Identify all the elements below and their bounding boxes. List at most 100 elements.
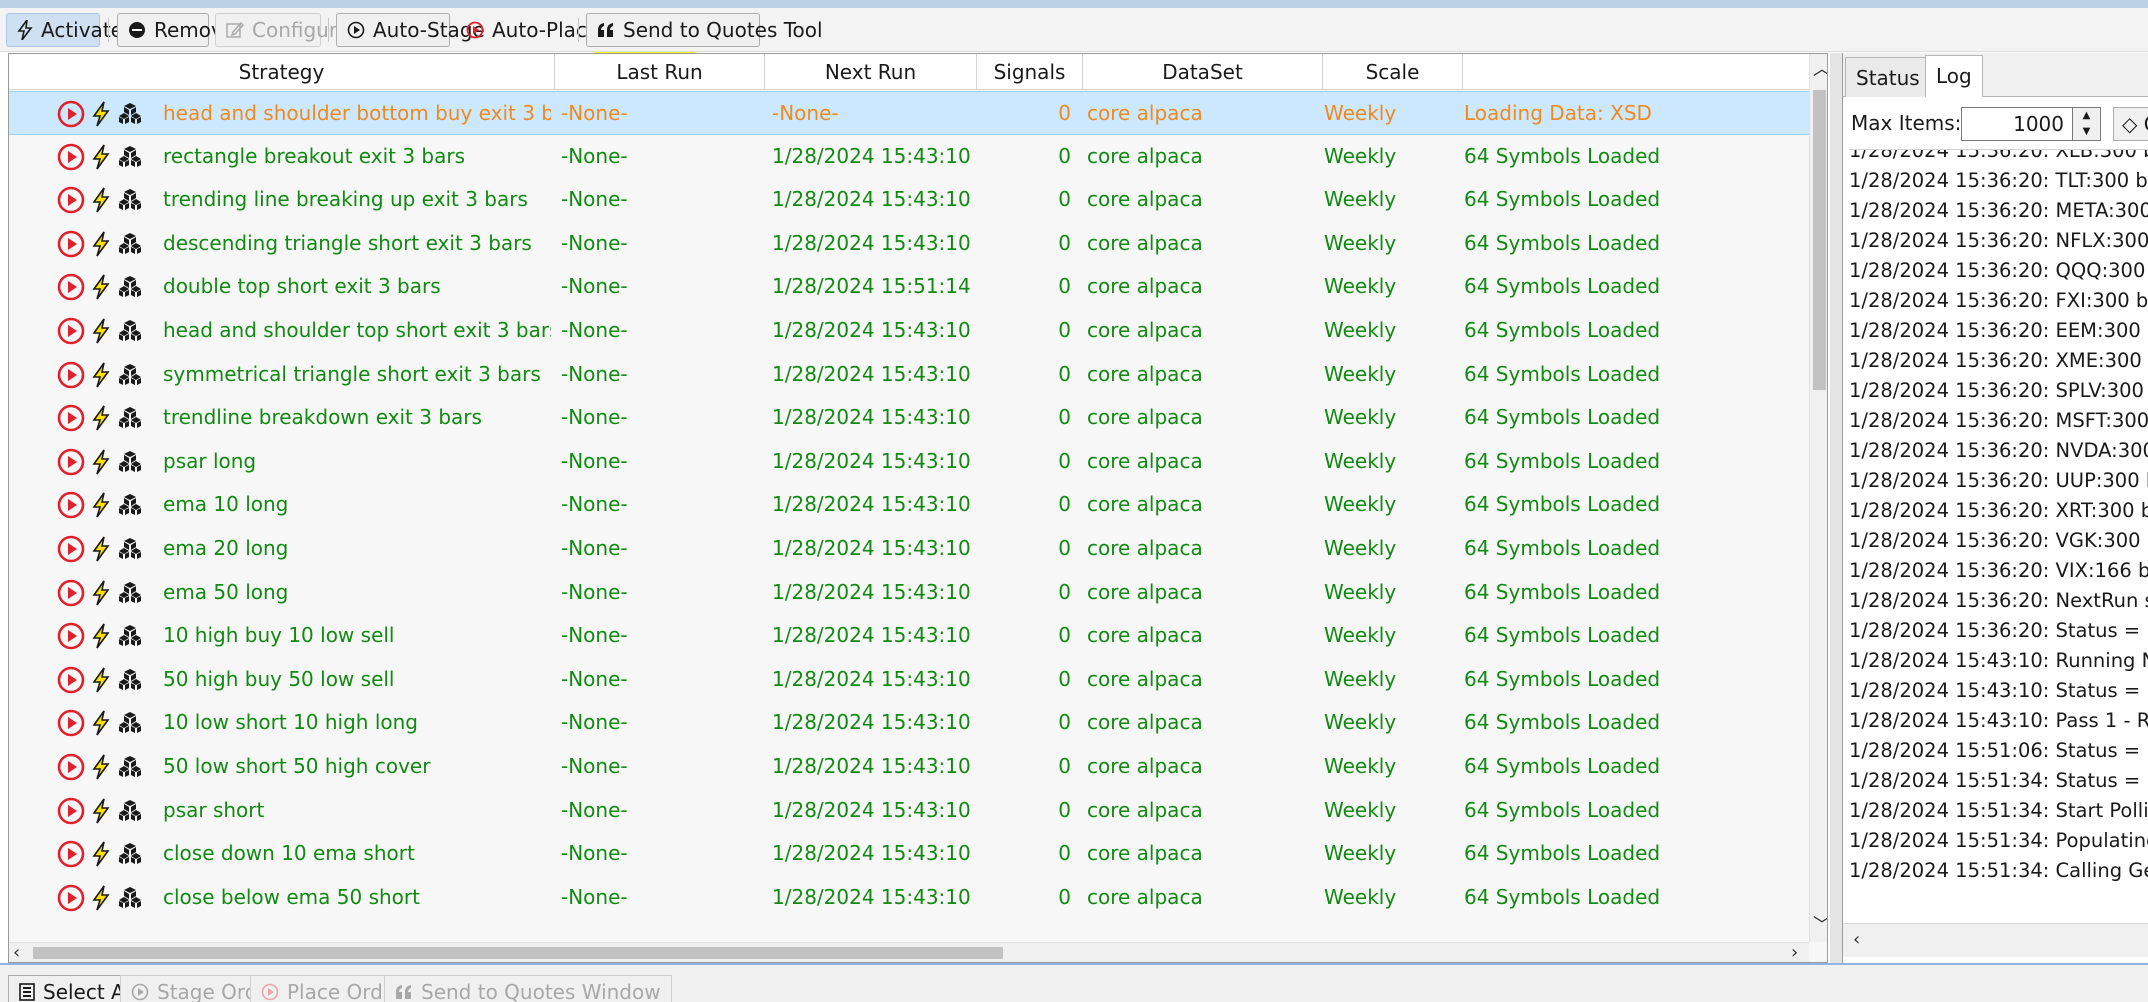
column-header-next-run[interactable]: Next Run bbox=[765, 54, 977, 90]
send-to-quotes-window-button[interactable]: Send to Quotes Window bbox=[384, 975, 672, 1002]
max-items-input[interactable]: 1000 bbox=[1961, 107, 2073, 141]
log-horizontal-scrollbar[interactable]: ‹ bbox=[1843, 923, 2148, 957]
max-items-stepper[interactable]: ▲ ▼ bbox=[2073, 107, 2101, 141]
lightning-icon[interactable] bbox=[91, 101, 111, 127]
table-row[interactable]: symmetrical triangle short exit 3 bars -… bbox=[9, 353, 1809, 397]
cubes-icon[interactable] bbox=[117, 450, 143, 474]
run-icon[interactable] bbox=[57, 535, 85, 563]
run-icon[interactable] bbox=[57, 491, 85, 519]
table-row[interactable]: psar long -None- 1/28/2024 15:43:10 0 co… bbox=[9, 440, 1809, 484]
cubes-icon[interactable] bbox=[117, 319, 143, 343]
cubes-icon[interactable] bbox=[117, 755, 143, 779]
auto-place-button[interactable]: Auto-Place bbox=[455, 13, 599, 47]
lightning-icon[interactable] bbox=[91, 144, 111, 170]
table-row[interactable]: 50 high buy 50 low sell -None- 1/28/2024… bbox=[9, 658, 1809, 702]
run-icon[interactable] bbox=[57, 579, 85, 607]
cubes-icon[interactable] bbox=[117, 232, 143, 256]
table-row[interactable]: 50 low short 50 high cover -None- 1/28/2… bbox=[9, 745, 1809, 789]
run-icon[interactable] bbox=[57, 709, 85, 737]
tab-log[interactable]: Log bbox=[1925, 55, 1983, 97]
cubes-icon[interactable] bbox=[117, 711, 143, 735]
table-row[interactable]: ema 10 long -None- 1/28/2024 15:43:10 0 … bbox=[9, 483, 1809, 527]
lightning-icon[interactable] bbox=[91, 231, 111, 257]
lightning-icon[interactable] bbox=[91, 667, 111, 693]
run-icon[interactable] bbox=[57, 840, 85, 868]
lightning-icon[interactable] bbox=[91, 580, 111, 606]
table-row[interactable]: descending triangle short exit 3 bars -N… bbox=[9, 222, 1809, 266]
lightning-icon[interactable] bbox=[91, 536, 111, 562]
column-header-signals[interactable]: Signals bbox=[977, 54, 1083, 90]
run-icon[interactable] bbox=[57, 753, 85, 781]
table-row[interactable]: 10 low short 10 high long -None- 1/28/20… bbox=[9, 701, 1809, 745]
tab-status[interactable]: Status bbox=[1845, 57, 1931, 97]
cubes-icon[interactable] bbox=[117, 886, 143, 910]
table-row[interactable]: close down 10 ema short -None- 1/28/2024… bbox=[9, 832, 1809, 876]
run-icon[interactable] bbox=[57, 448, 85, 476]
cubes-icon[interactable] bbox=[117, 188, 143, 212]
lightning-icon[interactable] bbox=[91, 405, 111, 431]
configure-button[interactable]: Configure bbox=[215, 13, 349, 47]
cubes-icon[interactable] bbox=[117, 493, 143, 517]
vertical-scroll-thumb[interactable] bbox=[1813, 90, 1826, 390]
run-icon[interactable] bbox=[57, 230, 85, 258]
scroll-left-icon[interactable]: ‹ bbox=[1853, 930, 1860, 950]
lightning-icon[interactable] bbox=[91, 362, 111, 388]
remove-button[interactable]: Remove bbox=[117, 13, 235, 47]
column-header-scale[interactable]: Scale bbox=[1323, 54, 1463, 90]
lightning-icon[interactable] bbox=[91, 492, 111, 518]
stepper-down-icon[interactable]: ▼ bbox=[2073, 124, 2100, 140]
cubes-icon[interactable] bbox=[117, 799, 143, 823]
table-row[interactable]: head and shoulder bottom buy exit 3 bars… bbox=[9, 91, 1809, 135]
column-header-strategy[interactable]: Strategy bbox=[9, 54, 555, 90]
run-icon[interactable] bbox=[57, 100, 85, 128]
scroll-down-icon[interactable]: ﹀ bbox=[1813, 916, 1827, 936]
run-icon[interactable] bbox=[57, 797, 85, 825]
table-row[interactable]: rectangle breakout exit 3 bars -None- 1/… bbox=[9, 135, 1809, 179]
table-row[interactable]: psar short -None- 1/28/2024 15:43:10 0 c… bbox=[9, 789, 1809, 833]
lightning-icon[interactable] bbox=[91, 623, 111, 649]
clear-log-button[interactable]: ◇ C bbox=[2113, 107, 2148, 141]
lightning-icon[interactable] bbox=[91, 318, 111, 344]
run-icon[interactable] bbox=[57, 186, 85, 214]
column-header-dataset[interactable]: DataSet bbox=[1083, 54, 1323, 90]
column-header-last-run[interactable]: Last Run bbox=[555, 54, 765, 90]
scroll-right-icon[interactable]: › bbox=[1791, 943, 1798, 963]
log-list[interactable]: 1/28/2024 15:36:20: XLB:300 bars 1/28/20… bbox=[1849, 149, 2148, 919]
activate-button[interactable]: Activate bbox=[6, 13, 123, 47]
cubes-icon[interactable] bbox=[117, 102, 143, 126]
panel-splitter[interactable] bbox=[1830, 53, 1842, 963]
auto-stage-button[interactable]: Auto-Stage bbox=[336, 13, 485, 47]
scroll-left-icon[interactable]: ‹ bbox=[13, 943, 20, 963]
lightning-icon[interactable] bbox=[91, 754, 111, 780]
table-row[interactable]: ema 50 long -None- 1/28/2024 15:43:10 0 … bbox=[9, 571, 1809, 615]
lightning-icon[interactable] bbox=[91, 274, 111, 300]
table-row[interactable]: trending line breaking up exit 3 bars -N… bbox=[9, 178, 1809, 222]
table-row[interactable]: trendline breakdown exit 3 bars -None- 1… bbox=[9, 396, 1809, 440]
run-icon[interactable] bbox=[57, 884, 85, 912]
lightning-icon[interactable] bbox=[91, 798, 111, 824]
cubes-icon[interactable] bbox=[117, 842, 143, 866]
cubes-icon[interactable] bbox=[117, 668, 143, 692]
run-icon[interactable] bbox=[57, 666, 85, 694]
table-row[interactable]: head and shoulder top short exit 3 bars … bbox=[9, 309, 1809, 353]
run-icon[interactable] bbox=[57, 273, 85, 301]
run-icon[interactable] bbox=[57, 143, 85, 171]
table-row[interactable]: 10 high buy 10 low sell -None- 1/28/2024… bbox=[9, 614, 1809, 658]
grid-horizontal-scrollbar[interactable]: ‹ › bbox=[9, 942, 1809, 962]
cubes-icon[interactable] bbox=[117, 363, 143, 387]
lightning-icon[interactable] bbox=[91, 841, 111, 867]
cubes-icon[interactable] bbox=[117, 406, 143, 430]
cubes-icon[interactable] bbox=[117, 581, 143, 605]
lightning-icon[interactable] bbox=[91, 710, 111, 736]
scroll-up-icon[interactable]: ︿ bbox=[1813, 60, 1827, 80]
cubes-icon[interactable] bbox=[117, 624, 143, 648]
lightning-icon[interactable] bbox=[91, 449, 111, 475]
table-row[interactable]: double top short exit 3 bars -None- 1/28… bbox=[9, 265, 1809, 309]
cubes-icon[interactable] bbox=[117, 537, 143, 561]
cubes-icon[interactable] bbox=[117, 275, 143, 299]
column-header-status[interactable] bbox=[1463, 54, 1809, 90]
run-icon[interactable] bbox=[57, 404, 85, 432]
stepper-up-icon[interactable]: ▲ bbox=[2073, 108, 2100, 124]
send-to-quotes-button[interactable]: Send to Quotes Tool bbox=[586, 13, 823, 47]
grid-vertical-scrollbar[interactable]: ︿ ﹀ bbox=[1809, 54, 1827, 942]
